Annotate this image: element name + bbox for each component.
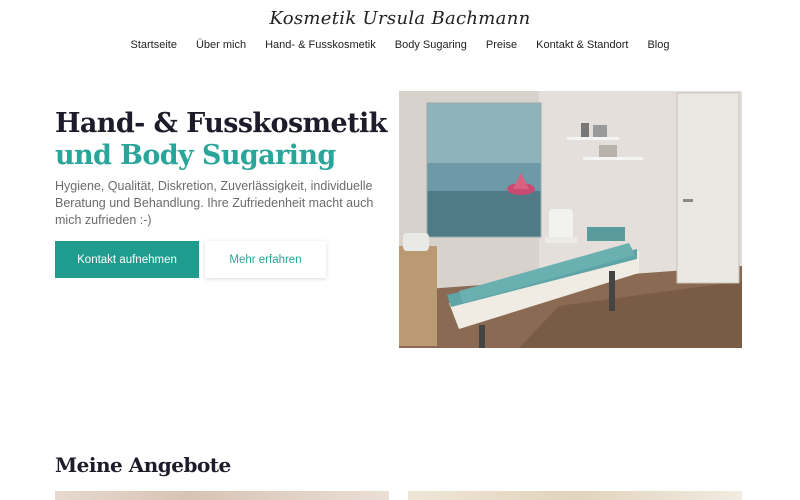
nav-item-blog[interactable]: Blog (638, 38, 679, 52)
offer-card-image[interactable] (408, 491, 742, 500)
offer-card-image[interactable] (55, 491, 389, 500)
main-nav: Startseite Über mich Hand- & Fusskosmeti… (0, 38, 800, 52)
learn-more-button[interactable]: Mehr erfahren (205, 241, 326, 278)
hero-title-line2: und Body Sugaring (55, 140, 336, 171)
offers-heading: Meine Angebote (55, 453, 231, 477)
treatment-room-image (399, 91, 742, 348)
hero-title-line1: Hand- & Fusskosmetik (55, 108, 387, 139)
contact-button[interactable]: Kontakt aufnehmen (55, 241, 199, 278)
nav-item-preise[interactable]: Preise (476, 38, 526, 52)
nav-item-ueber-mich[interactable]: Über mich (186, 38, 255, 52)
site-logo[interactable]: Kosmetik Ursula Bachmann (0, 8, 800, 29)
treatment-room-illustration (399, 91, 742, 348)
hero-title: Hand- & Fusskosmetik und Body Sugaring (55, 108, 387, 172)
hero-description: Hygiene, Qualität, Diskretion, Zuverläss… (55, 179, 374, 227)
nav-item-body-sugaring[interactable]: Body Sugaring (385, 38, 476, 52)
nav-item-kontakt-standort[interactable]: Kontakt & Standort (527, 38, 638, 52)
nav-item-hand-fusskosmetik[interactable]: Hand- & Fusskosmetik (256, 38, 386, 52)
nav-item-startseite[interactable]: Startseite (121, 38, 186, 52)
